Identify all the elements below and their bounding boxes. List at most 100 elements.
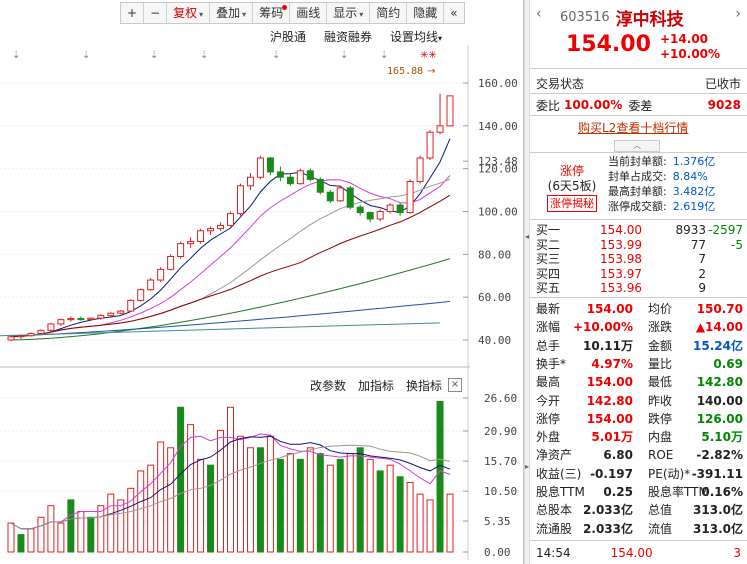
volume-bar xyxy=(187,424,195,553)
candle-body xyxy=(416,157,424,183)
switch-indicator-link[interactable]: 换指标 xyxy=(406,377,442,394)
volume-bar xyxy=(57,522,65,553)
draw-line-button[interactable]: 画线 xyxy=(290,3,328,23)
stat-label: 股息率TTM xyxy=(648,485,709,499)
stat-value: 6.80 xyxy=(603,448,633,463)
adjust-button[interactable]: 复权 ▾ xyxy=(167,3,211,23)
bid-volume: 9 xyxy=(698,281,706,295)
chart-toolbar: + − 复权 ▾ 叠加 ▾ 筹码 画线 显示 ▾ 简约 隐藏 « xyxy=(120,2,465,24)
volume-bar xyxy=(17,534,25,553)
seal-row: 当前封单额: 1.376亿 xyxy=(608,154,715,169)
ma120-line xyxy=(10,300,451,337)
candle-body xyxy=(446,95,454,127)
candle-body xyxy=(177,243,185,257)
volume-bar xyxy=(426,499,434,553)
event-marker-icon: ⇣ xyxy=(150,50,158,61)
hide-button[interactable]: 隐藏 xyxy=(407,3,445,23)
volume-tick-label: 26.60 xyxy=(484,392,517,405)
candle-body xyxy=(256,157,264,178)
stat-label: 今开 xyxy=(536,393,561,408)
price-tick-label: 60.00 xyxy=(478,291,511,304)
bid-price: 153.98 xyxy=(600,252,642,266)
stat-label: 股息TTM xyxy=(536,485,585,499)
seal-row: 最高封单额: 3.482亿 xyxy=(608,184,715,199)
chips-label: 筹码 xyxy=(259,6,284,20)
stat-value: 154.00 xyxy=(586,375,633,390)
close-indicator-button[interactable]: × xyxy=(448,378,462,392)
candle-body xyxy=(396,204,404,214)
candle-body xyxy=(17,335,25,338)
ma-settings-link[interactable]: 设置均线▾ xyxy=(390,28,442,45)
arrow-right-icon: → xyxy=(427,66,435,77)
candle-body xyxy=(276,171,284,178)
stat-label: 总股本 xyxy=(536,503,573,518)
change-percent: +10.00% xyxy=(660,47,721,61)
stat-label: 换手* xyxy=(536,356,567,371)
chips-button[interactable]: 筹码 xyxy=(253,3,291,23)
zoom-in-button[interactable]: + xyxy=(121,3,145,23)
volume-bar xyxy=(207,464,215,553)
volume-bar xyxy=(396,476,404,553)
candle-body xyxy=(306,170,314,180)
hgt-link[interactable]: 沪股通 xyxy=(270,28,306,45)
stat-label: ROE xyxy=(648,448,674,463)
add-indicator-link[interactable]: 加指标 xyxy=(358,377,394,394)
candle-body xyxy=(246,176,254,187)
bid-level: 买三 xyxy=(536,252,561,266)
stat-label: 最低 xyxy=(648,375,673,390)
stat-value: -391.11 xyxy=(691,466,743,481)
stat-value: -0.197 xyxy=(590,466,633,481)
notification-dot-icon xyxy=(282,5,288,10)
volume-tick-label: 0.00 xyxy=(484,546,511,559)
bid-price: 153.99 xyxy=(600,237,642,252)
bid-delta: -2597 xyxy=(708,223,743,237)
seal-label: 当前封单额: xyxy=(608,155,667,168)
candle-body xyxy=(197,230,205,242)
collapse-icon[interactable]: « xyxy=(444,3,463,23)
bid-row: 买五 153.96 9 xyxy=(536,281,743,295)
volume-bar xyxy=(236,435,244,553)
prev-stock-icon[interactable]: ‹ xyxy=(536,6,542,22)
wb-label: 委比 xyxy=(536,98,561,113)
status-value: 已收市 xyxy=(704,76,741,91)
bid-volume: 8933 xyxy=(675,223,706,237)
candle-body xyxy=(286,176,294,185)
volume-bar xyxy=(147,464,155,553)
stat-row: 今开 142.80 昨收 140.00 xyxy=(536,392,743,410)
indicator-bar: 改参数 加指标 换指标 xyxy=(310,377,442,394)
bid-level: 买二 xyxy=(536,237,561,252)
buy-l2-link[interactable]: 购买L2查看十档行情 xyxy=(578,119,688,136)
bid-row: 买二 153.99 77 -5 xyxy=(536,238,743,252)
stat-label: 最新 xyxy=(536,302,561,316)
stat-label: 涨幅 xyxy=(536,320,561,335)
candle-body xyxy=(227,213,234,226)
stat-label: 流值 xyxy=(648,521,673,536)
limit-reveal-button[interactable]: 涨停揭秘 xyxy=(547,195,597,212)
last-price: 154.00 xyxy=(566,32,651,57)
stat-value: -2.82% xyxy=(696,448,743,463)
volume-bar xyxy=(87,516,95,553)
volume-bar xyxy=(37,516,45,553)
volume-bar xyxy=(296,458,304,553)
zoom-out-button[interactable]: − xyxy=(144,3,168,23)
collapse-button[interactable]: ︿ xyxy=(614,140,660,152)
stat-row: 涨停 154.00 跌停 126.00 xyxy=(536,410,743,428)
edit-params-link[interactable]: 改参数 xyxy=(310,377,346,394)
kline-chart[interactable]: 160.00140.00123.48120.00100.0080.0060.00… xyxy=(0,0,524,564)
overlay-button[interactable]: 叠加 ▾ xyxy=(210,3,254,23)
candle-body xyxy=(296,170,304,185)
candle-body xyxy=(127,299,135,312)
stat-row: 最高 154.00 最低 142.80 xyxy=(536,373,743,391)
bid-level: 买五 xyxy=(536,281,561,295)
seal-value: 2.619亿 xyxy=(672,200,716,213)
bid-delta: -5 xyxy=(731,237,743,252)
candle-body xyxy=(426,131,434,159)
display-button[interactable]: 显示 ▾ xyxy=(327,3,371,23)
margin-link[interactable]: 融资融券 xyxy=(324,28,372,45)
display-label: 显示 xyxy=(333,6,358,20)
stat-value: 142.80 xyxy=(696,375,743,390)
status-label: 交易状态 xyxy=(536,76,585,91)
simple-mode-button[interactable]: 简约 xyxy=(370,3,408,23)
event-marker-icon: ⇣ xyxy=(12,50,20,61)
stat-value: 0.25 xyxy=(603,485,633,499)
